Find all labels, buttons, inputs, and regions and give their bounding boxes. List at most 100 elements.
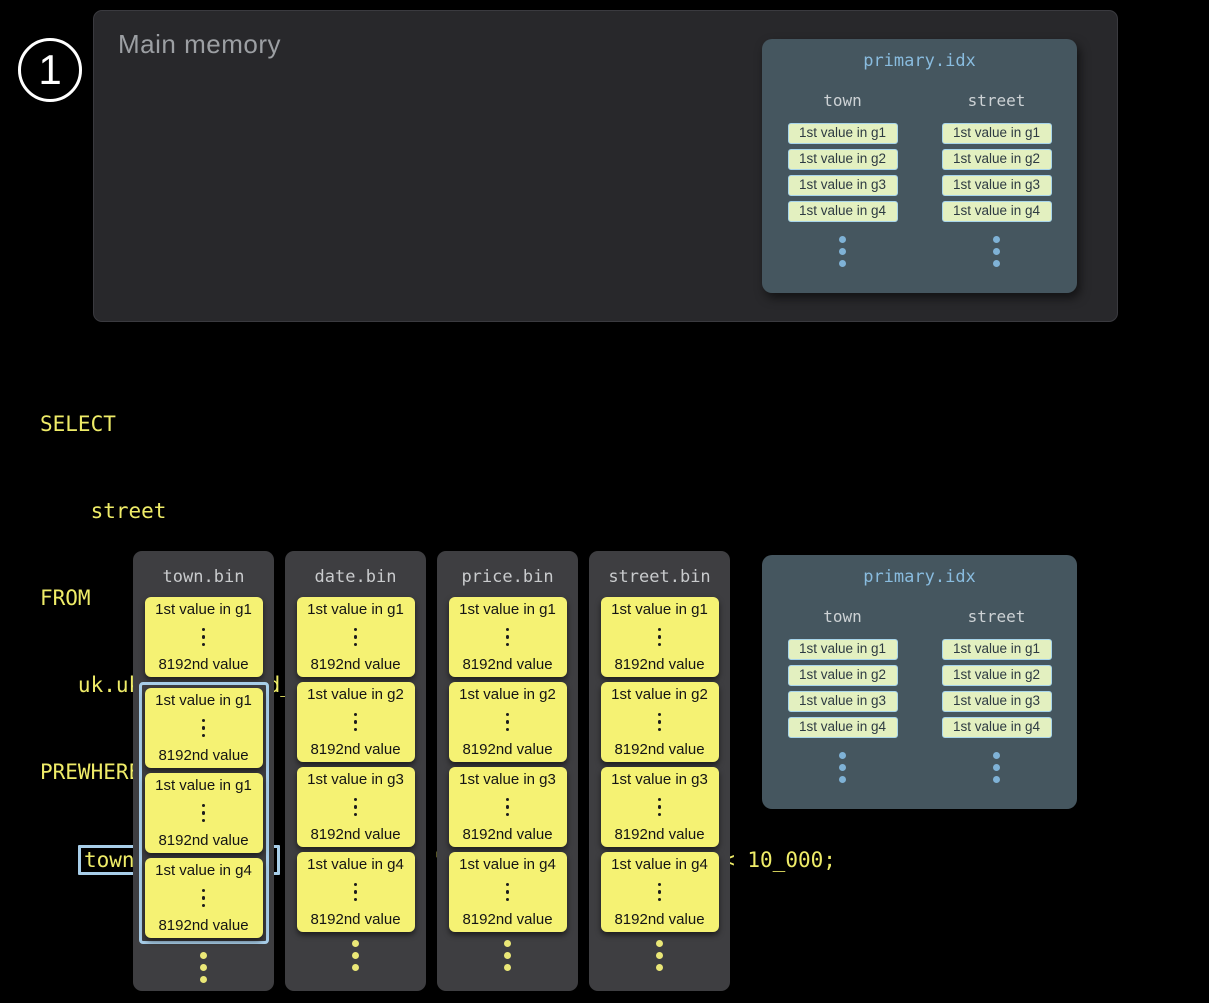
granule: 1st value in g3 8192nd value (297, 767, 415, 847)
granule-first-value: 1st value in g1 (147, 778, 261, 793)
ellipsis-dots (451, 713, 565, 732)
dot (506, 805, 510, 809)
idx-entry: 1st value in g2 (942, 665, 1052, 686)
granule-first-value: 1st value in g4 (451, 857, 565, 872)
granule-last-value: 8192nd value (147, 833, 261, 848)
dot (993, 764, 1000, 771)
granule: 1st value in g3 8192nd value (449, 767, 567, 847)
dot (354, 805, 358, 809)
dot (658, 720, 662, 724)
dot (354, 713, 358, 717)
bin-file-town: town.bin 1st value in g1 8192nd value 1s… (133, 551, 274, 991)
dot (354, 728, 358, 732)
idx-entry: 1st value in g1 (942, 123, 1052, 144)
dot (993, 260, 1000, 267)
dot (658, 635, 662, 639)
dot (354, 643, 358, 647)
dot (354, 883, 358, 887)
dot (658, 898, 662, 902)
dot (839, 236, 846, 243)
dot (658, 813, 662, 817)
granule-last-value: 8192nd value (147, 748, 261, 763)
granule-last-value: 8192nd value (451, 657, 565, 672)
ellipsis-dots (147, 719, 261, 738)
idx-column-street-header: street (968, 91, 1026, 110)
dot (506, 898, 510, 902)
dot (202, 819, 206, 823)
granule-first-value: 1st value in g3 (603, 772, 717, 787)
dot (993, 236, 1000, 243)
idx-entry: 1st value in g4 (942, 201, 1052, 222)
dot (200, 964, 207, 971)
dot (993, 752, 1000, 759)
ellipsis-dots (603, 628, 717, 647)
granule-first-value: 1st value in g2 (603, 687, 717, 702)
granule: 1st value in g4 8192nd value (449, 852, 567, 932)
primary-idx-panel-memory: primary.idx town 1st value in g1 1st val… (762, 39, 1077, 293)
dot (202, 628, 206, 632)
dot (658, 728, 662, 732)
dot (506, 643, 510, 647)
dot (658, 713, 662, 717)
bin-file-date: date.bin 1st value in g1 8192nd value 1s… (285, 551, 426, 991)
idx-entry: 1st value in g3 (942, 691, 1052, 712)
dot (202, 804, 206, 808)
idx-column-town: town 1st value in g1 1st value in g2 1st… (787, 91, 899, 267)
granule: 1st value in g2 8192nd value (449, 682, 567, 762)
sql-select-column: street (40, 497, 836, 526)
step-1-label: 1 (38, 49, 61, 91)
idx-entry: 1st value in g2 (788, 149, 898, 170)
idx-entry: 1st value in g3 (942, 175, 1052, 196)
ellipsis-dots (147, 628, 261, 647)
dot (202, 726, 206, 730)
ellipsis-dots (839, 236, 846, 267)
idx-entry: 1st value in g1 (942, 639, 1052, 660)
idx-entry: 1st value in g2 (788, 665, 898, 686)
dot (506, 720, 510, 724)
granule-first-value: 1st value in g2 (299, 687, 413, 702)
granule-last-value: 8192nd value (299, 912, 413, 927)
granule-first-value: 1st value in g1 (451, 602, 565, 617)
granule-last-value: 8192nd value (603, 912, 717, 927)
bin-file-price: price.bin 1st value in g1 8192nd value 1… (437, 551, 578, 991)
dot (658, 805, 662, 809)
ellipsis-dots (299, 713, 413, 732)
idx-column-street: street 1st value in g1 1st value in g2 1… (941, 91, 1053, 267)
granule-first-value: 1st value in g1 (147, 693, 261, 708)
selected-granules-highlight: 1st value in g1 8192nd value 1st value i… (139, 682, 269, 944)
dot (352, 952, 359, 959)
dot (202, 643, 206, 647)
ellipsis-dots (603, 883, 717, 902)
granule-first-value: 1st value in g1 (299, 602, 413, 617)
dot (354, 890, 358, 894)
dot (839, 248, 846, 255)
dot (839, 776, 846, 783)
ellipsis-dots (603, 713, 717, 732)
ellipsis-dots (451, 883, 565, 902)
granule-first-value: 1st value in g1 (147, 602, 261, 617)
granule-last-value: 8192nd value (451, 742, 565, 757)
granule-last-value: 8192nd value (603, 827, 717, 842)
bin-file-street: street.bin 1st value in g1 8192nd value … (589, 551, 730, 991)
idx-entry: 1st value in g3 (788, 691, 898, 712)
dot (354, 635, 358, 639)
dot (506, 798, 510, 802)
idx-entry: 1st value in g1 (788, 123, 898, 144)
granule-first-value: 1st value in g4 (603, 857, 717, 872)
dot (506, 635, 510, 639)
dot (352, 940, 359, 947)
granule: 1st value in g4 8192nd value (145, 858, 263, 938)
idx-entry: 1st value in g4 (788, 717, 898, 738)
dot (354, 798, 358, 802)
ellipsis-dots (133, 952, 274, 983)
primary-idx-title: primary.idx (762, 39, 1077, 71)
dot (352, 964, 359, 971)
dot (656, 952, 663, 959)
dot (658, 798, 662, 802)
primary-idx-title: primary.idx (762, 555, 1077, 587)
dot (506, 628, 510, 632)
idx-entry: 1st value in g3 (788, 175, 898, 196)
idx-column-town: town 1st value in g1 1st value in g2 1st… (787, 607, 899, 783)
dot (354, 628, 358, 632)
ellipsis-dots (299, 883, 413, 902)
